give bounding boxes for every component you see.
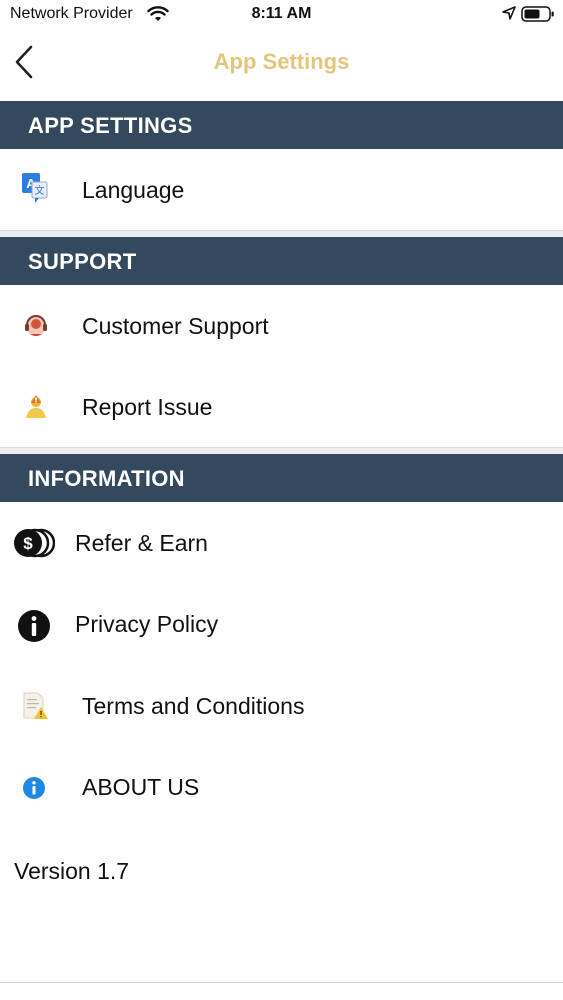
row-label: Customer Support [82, 313, 269, 339]
settings-row-customer-support[interactable]: Customer Support [0, 286, 563, 366]
settings-row-language[interactable]: A 文 Language [0, 150, 563, 230]
translate-icon: A 文 [22, 173, 48, 203]
app-version: Version 1.7 [14, 858, 130, 884]
row-label: Refer & Earn [75, 530, 208, 556]
section-divider [0, 447, 563, 454]
report-issue-icon [26, 395, 46, 418]
row-label: Privacy Policy [75, 611, 219, 637]
row-label: Language [82, 177, 185, 203]
page-title: App Settings [213, 49, 350, 74]
svg-text:文: 文 [35, 184, 45, 197]
section-title: SUPPORT [28, 249, 137, 274]
customer-support-icon [25, 315, 47, 336]
settings-row-privacy-policy[interactable]: Privacy Policy [0, 584, 563, 664]
bottom-divider [0, 982, 563, 983]
section-divider [0, 230, 563, 237]
clock: 8:11 AM [251, 5, 312, 22]
row-label: Report Issue [82, 394, 213, 420]
section-header-information: INFORMATION [0, 454, 563, 502]
about-info-icon [23, 777, 45, 799]
location-arrow-icon [502, 6, 516, 20]
svg-text:$: $ [23, 534, 33, 553]
settings-row-report-issue[interactable]: Report Issue [0, 367, 563, 447]
navigation-bar: App Settings [0, 28, 563, 101]
section-title: INFORMATION [28, 466, 185, 491]
settings-row-about-us[interactable]: ABOUT US [0, 747, 563, 827]
row-label: Terms and Conditions [82, 693, 305, 719]
document-warning-icon [23, 692, 48, 719]
settings-row-terms[interactable]: Terms and Conditions [0, 666, 563, 746]
section-header-support: SUPPORT [0, 237, 563, 285]
row-label: ABOUT US [82, 774, 200, 800]
section-title: APP SETTINGS [28, 113, 193, 138]
coins-icon: $ [14, 528, 55, 558]
battery-icon [521, 6, 554, 22]
section-header-app-settings: APP SETTINGS [0, 101, 563, 149]
info-icon [18, 610, 50, 642]
settings-row-refer-earn[interactable]: $ Refer & Earn [0, 503, 563, 583]
status-bar: Network Provider 8:11 AM [0, 0, 563, 28]
